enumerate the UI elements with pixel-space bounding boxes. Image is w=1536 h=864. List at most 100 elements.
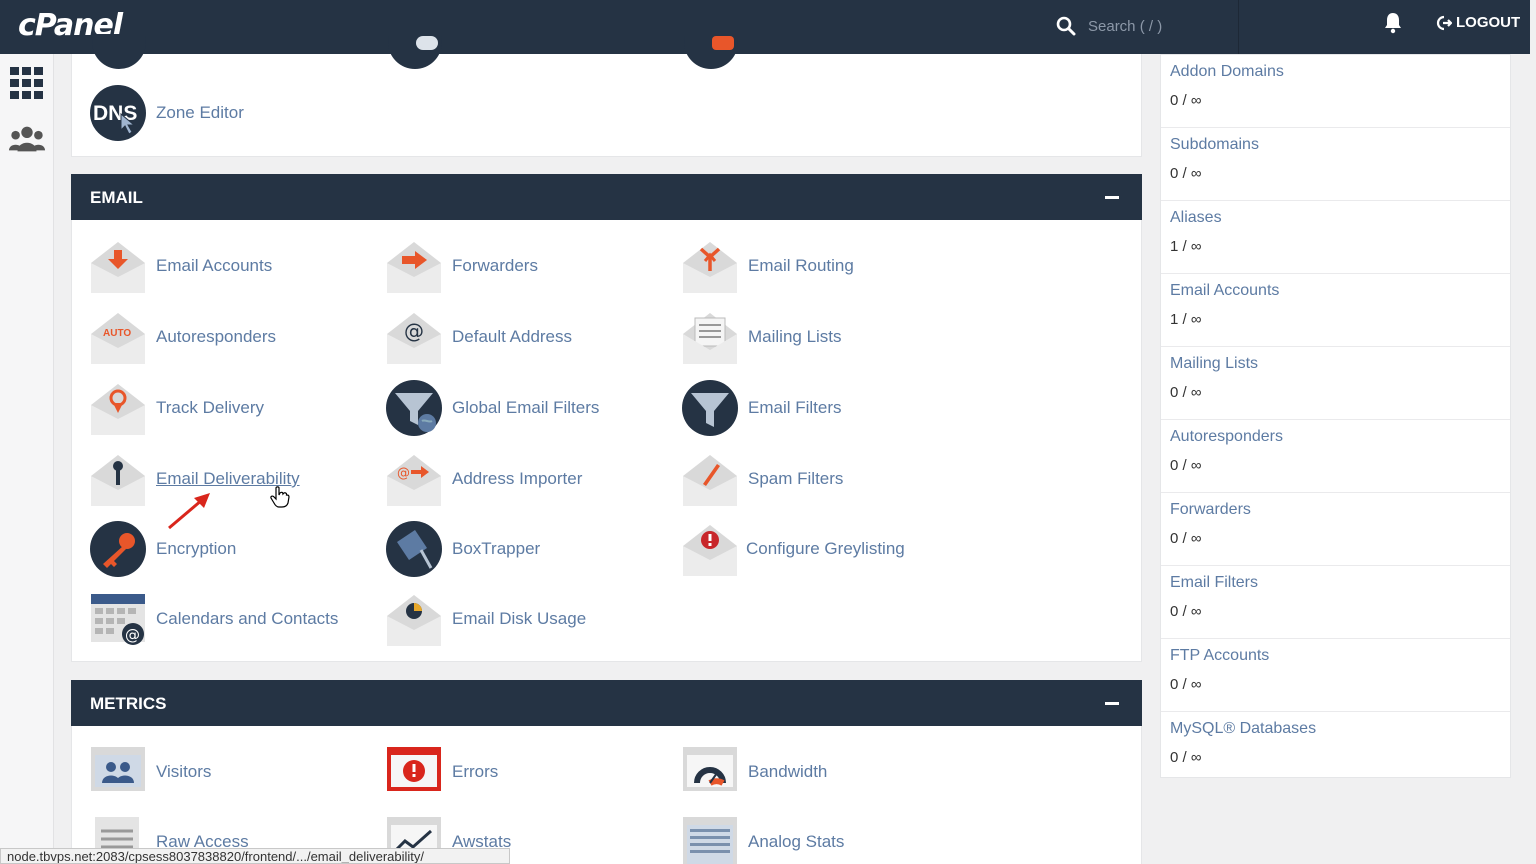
divider: [1238, 0, 1239, 54]
configure-greylisting-item[interactable]: Configure Greylisting: [681, 520, 905, 578]
stat-name[interactable]: Mailing Lists: [1170, 355, 1258, 373]
email-item-label: Email Routing: [748, 256, 854, 275]
stat-name[interactable]: Subdomains: [1170, 136, 1259, 154]
stat-name[interactable]: MySQL® Databases: [1170, 720, 1316, 738]
dns-icon: DNS: [90, 85, 146, 141]
errors-item[interactable]: Errors: [385, 743, 498, 801]
email-section-title: EMAIL: [90, 188, 143, 207]
stat-row: MySQL® Databases 0 / ∞: [1161, 712, 1510, 785]
stat-value: 1 / ∞: [1170, 238, 1202, 255]
metrics-section-title: METRICS: [90, 694, 167, 713]
default-address-item[interactable]: @ Default Address: [385, 308, 572, 366]
stat-value: 0 / ∞: [1170, 165, 1202, 182]
metrics-panel: Visitors Errors Bandwidth Raw Access Aws…: [71, 726, 1142, 864]
stat-name[interactable]: Autoresponders: [1170, 428, 1283, 446]
stat-value: 0 / ∞: [1170, 92, 1202, 109]
mailing-lists-item[interactable]: Mailing Lists: [681, 308, 842, 366]
svg-text:@: @: [404, 319, 424, 343]
global-email-filters-item[interactable]: Global Email Filters: [385, 379, 599, 437]
stat-value: 1 / ∞: [1170, 311, 1202, 328]
email-item-label: Global Email Filters: [452, 398, 600, 417]
left-rail: [0, 54, 54, 864]
email-panel: Email Accounts Forwarders Email Routing …: [71, 220, 1142, 662]
domain-tool-icon[interactable]: [682, 34, 740, 70]
email-item-label: Autoresponders: [156, 327, 277, 346]
stat-value: 0 / ∞: [1170, 603, 1202, 620]
calendars-contacts-item[interactable]: @ Calendars and Contacts: [89, 590, 338, 648]
stat-row: Aliases 1 / ∞: [1161, 201, 1510, 274]
spam-filters-item[interactable]: Spam Filters: [681, 450, 843, 508]
autoresponders-item[interactable]: AUTO Autoresponders: [89, 308, 276, 366]
domain-tool-icon[interactable]: [386, 34, 444, 70]
email-accounts-icon: [91, 242, 145, 293]
track-delivery-item[interactable]: Track Delivery: [89, 379, 264, 437]
greylisting-icon: [683, 525, 737, 576]
track-delivery-icon: [91, 384, 145, 435]
email-item-label: Email Disk Usage: [452, 609, 587, 628]
logout-icon: [1436, 15, 1452, 30]
stat-row: FTP Accounts 0 / ∞: [1161, 639, 1510, 712]
svg-text:AUTO: AUTO: [103, 328, 131, 339]
email-routing-item[interactable]: Email Routing: [681, 237, 854, 295]
logout-label: LOGOUT: [1456, 14, 1521, 31]
email-item-label: Spam Filters: [748, 469, 844, 488]
logout-button[interactable]: LOGOUT: [1436, 14, 1520, 31]
annotation-arrow: [168, 493, 210, 530]
stat-name[interactable]: Forwarders: [1170, 501, 1251, 519]
email-filters-item[interactable]: Email Filters: [681, 379, 842, 437]
search-box[interactable]: [1056, 12, 1238, 40]
browser-status-url: node.tbvps.net:2083/cpsess8037838820/fro…: [0, 848, 510, 864]
visitors-item[interactable]: Visitors: [89, 743, 211, 801]
notifications-bell-icon[interactable]: [1383, 12, 1403, 34]
tools-grid-button[interactable]: [8, 64, 46, 102]
zone-editor-item[interactable]: DNS Zone Editor: [89, 84, 244, 142]
collapse-icon[interactable]: [1105, 702, 1119, 705]
svg-text:@: @: [397, 466, 410, 481]
mailing-lists-icon: [683, 313, 737, 364]
errors-icon: [387, 747, 441, 791]
domain-tool-icon[interactable]: [90, 34, 148, 70]
email-item-label: Address Importer: [452, 469, 583, 488]
stat-name[interactable]: Aliases: [1170, 209, 1222, 227]
search-icon: [1056, 16, 1076, 36]
search-input[interactable]: [1088, 14, 1238, 38]
analog-stats-icon: [683, 817, 737, 864]
email-item-label: Email Filters: [748, 398, 842, 417]
statistics-panel: Addon Domains 0 / ∞ Subdomains 0 / ∞ Alias…: [1160, 54, 1511, 778]
email-item-label: Calendars and Contacts: [156, 609, 339, 628]
metrics-item-label: Bandwidth: [748, 762, 828, 781]
users-icon: [8, 126, 46, 152]
collapse-icon[interactable]: [1105, 196, 1119, 199]
autoresponders-icon: AUTO: [91, 313, 145, 364]
stat-name[interactable]: Addon Domains: [1170, 63, 1284, 81]
disk-usage-icon: [387, 595, 441, 646]
stat-name[interactable]: FTP Accounts: [1170, 647, 1269, 665]
stat-value: 0 / ∞: [1170, 749, 1202, 766]
email-disk-usage-item[interactable]: Email Disk Usage: [385, 590, 586, 648]
stat-row: Addon Domains 0 / ∞: [1161, 55, 1510, 128]
address-importer-item[interactable]: @ Address Importer: [385, 450, 582, 508]
encryption-key-icon: [90, 521, 146, 577]
analog-stats-item[interactable]: Analog Stats: [681, 813, 844, 864]
email-section-header[interactable]: EMAIL: [71, 174, 1142, 220]
spam-filters-icon: [683, 455, 737, 506]
address-importer-icon: @: [387, 455, 441, 506]
boxtrapper-item[interactable]: BoxTrapper: [385, 520, 540, 578]
stat-name[interactable]: Email Accounts: [1170, 282, 1279, 300]
calendar-icon: @: [91, 594, 145, 645]
email-item-label: Encryption: [156, 539, 237, 558]
metrics-section-header[interactable]: METRICS: [71, 680, 1142, 726]
email-deliverability-icon: [91, 455, 145, 506]
stat-name[interactable]: Email Filters: [1170, 574, 1258, 592]
grid-icon: [10, 67, 43, 99]
stat-row: Autoresponders 0 / ∞: [1161, 420, 1510, 493]
users-button[interactable]: [8, 120, 46, 158]
forwarders-item[interactable]: Forwarders: [385, 237, 538, 295]
stat-value: 0 / ∞: [1170, 384, 1202, 401]
stat-row: Subdomains 0 / ∞: [1161, 128, 1510, 201]
encryption-item[interactable]: Encryption: [89, 520, 236, 578]
bandwidth-item[interactable]: Bandwidth: [681, 743, 827, 801]
email-accounts-item[interactable]: Email Accounts: [89, 237, 272, 295]
domains-panel: DNS Zone Editor: [71, 34, 1142, 157]
stat-value: 0 / ∞: [1170, 457, 1202, 474]
